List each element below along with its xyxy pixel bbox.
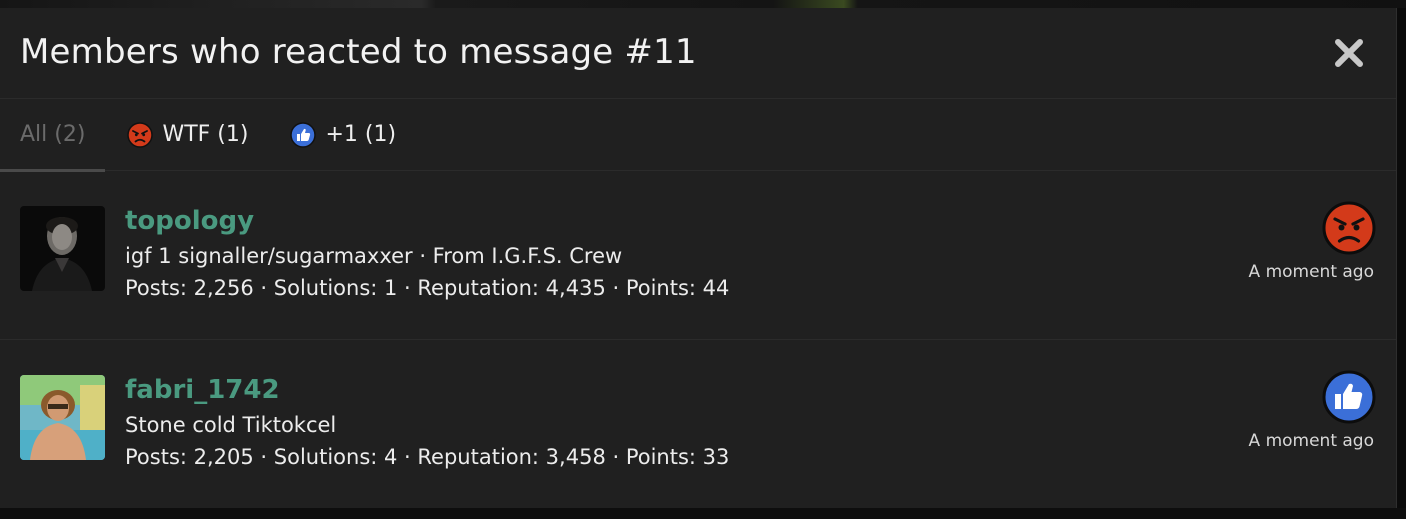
- username-link[interactable]: fabri_1742: [125, 375, 280, 405]
- angry-face-icon: [127, 121, 154, 148]
- close-icon[interactable]: [1332, 36, 1366, 70]
- angry-face-icon: [1322, 201, 1376, 255]
- dialog-header: Members who reacted to message #11: [0, 8, 1396, 99]
- background-page: [0, 0, 1406, 8]
- user-stats: Posts: 2,205 · Solutions: 4 · Reputation…: [125, 445, 730, 469]
- user-title: Stone cold Tiktokcel: [125, 413, 337, 437]
- reaction-tabs: All (2) WTF (1) +1 (1): [0, 99, 1396, 172]
- tab-wtf[interactable]: WTF (1): [127, 99, 248, 171]
- tab-all[interactable]: All (2): [0, 99, 107, 172]
- reaction-time[interactable]: A moment ago: [1249, 431, 1374, 451]
- list-item: fabri_1742 Stone cold Tiktokcel Posts: 2…: [0, 340, 1396, 509]
- tab-all-label: All (2): [20, 122, 86, 147]
- thumbs-up-icon: [1322, 370, 1376, 424]
- avatar[interactable]: [20, 375, 105, 460]
- user-title: igf 1 signaller/sugarmaxxer · From I.G.F…: [125, 244, 623, 268]
- username-link[interactable]: topology: [125, 206, 254, 236]
- avatar[interactable]: [20, 206, 105, 291]
- tab-plus-one-label: +1 (1): [325, 122, 397, 147]
- thumbs-up-icon: [290, 121, 317, 148]
- dialog-title: Members who reacted to message #11: [20, 32, 697, 72]
- tab-plus-one[interactable]: +1 (1): [290, 99, 396, 171]
- list-item: topology igf 1 signaller/sugarmaxxer · F…: [0, 171, 1396, 340]
- tab-wtf-label: WTF (1): [162, 122, 249, 147]
- background-page-bottom: [0, 508, 1406, 519]
- user-stats: Posts: 2,256 · Solutions: 1 · Reputation…: [125, 276, 730, 300]
- reactions-dialog: Members who reacted to message #11 All (…: [0, 8, 1397, 508]
- reaction-time[interactable]: A moment ago: [1249, 262, 1374, 282]
